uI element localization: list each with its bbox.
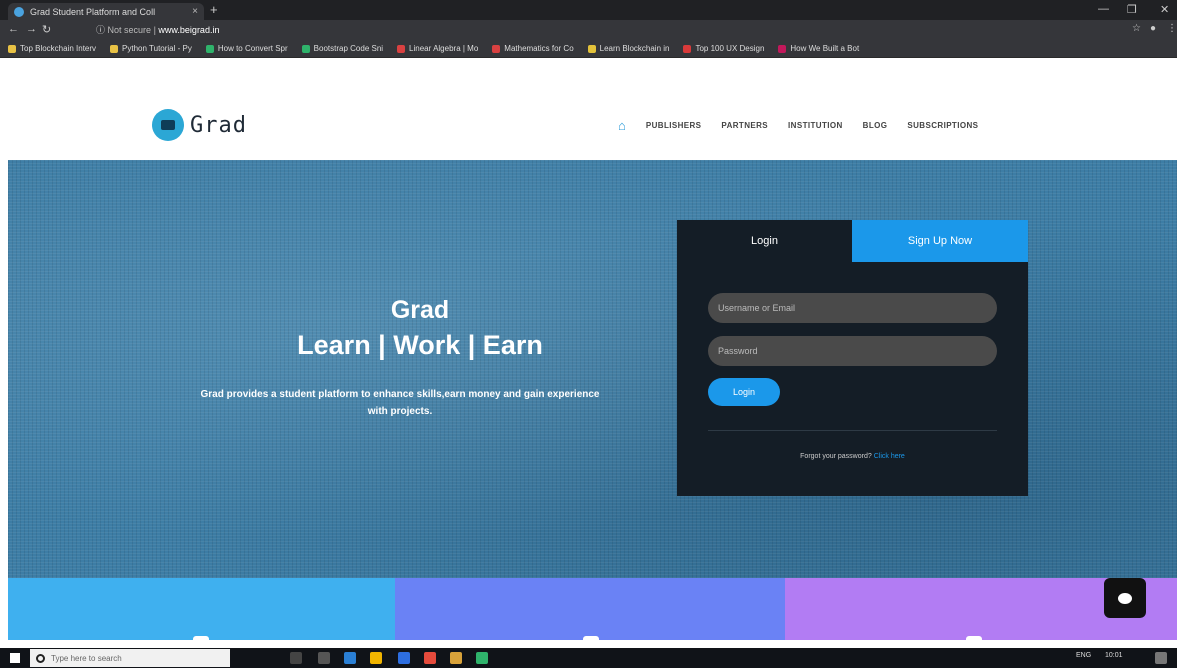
bookmark-item[interactable]: Python Tutorial - Py [110,44,192,53]
bookmark-item[interactable]: How We Built a Bot [778,44,859,53]
menu-partners[interactable]: PARTNERS [721,121,768,130]
menu-institution[interactable]: INSTITUTION [788,121,843,130]
bookmark-label: Linear Algebra | Mo [409,44,479,53]
close-window-icon[interactable]: ✕ [1160,3,1169,16]
menu-icon[interactable]: ⋮ [1167,23,1177,34]
security-label: Not secure [107,25,152,35]
clock-time[interactable]: 10:01 [1105,652,1123,659]
home-icon[interactable]: ⌂ [618,118,626,133]
hero-description: Grad provides a student platform to enha… [200,389,600,417]
feature-tile-1[interactable] [8,578,395,640]
bookmark-favicon-icon [587,44,596,53]
menu-publishers[interactable]: PUBLISHERS [646,121,702,130]
menu-blog[interactable]: BLOG [863,121,888,130]
maximize-icon[interactable]: ❐ [1127,3,1137,16]
language-indicator[interactable]: ENG [1076,652,1091,659]
windows-start-icon[interactable] [10,653,20,663]
info-icon[interactable]: ⓘ [96,25,105,35]
menu-subscriptions[interactable]: SUBSCRIPTIONS [907,121,978,130]
forgot-password-text: Forgot your password? [800,453,874,460]
bookmark-favicon-icon [205,44,214,53]
bookmark-favicon-icon [683,44,692,53]
tab-title: Grad Student Platform and Coll [30,6,156,17]
feature-2-icon [583,636,599,642]
bookmark-label: Python Tutorial - Py [122,44,192,53]
login-button[interactable]: Login [708,378,780,406]
new-tab-button[interactable]: + [210,2,218,17]
bookmark-label: Mathematics for Co [504,44,574,53]
tab-login[interactable]: Login [677,220,852,262]
microphone-icon[interactable] [290,652,302,664]
chrome-icon[interactable] [398,652,410,664]
bookmarks-bar: Top Blockchain Interv Python Tutorial - P… [0,40,1177,58]
minimize-icon[interactable]: — [1098,3,1109,15]
forward-icon[interactable]: → [26,23,37,35]
bookmark-label: How We Built a Bot [790,44,860,53]
address-bar[interactable]: ⓘ Not secure | www.beigrad.in [96,23,219,36]
bookmark-favicon-icon [8,44,16,53]
logo-text: Grad [190,112,247,138]
reload-icon[interactable]: ↻ [42,23,51,36]
username-input[interactable] [708,293,997,323]
chat-widget-button[interactable] [1104,578,1146,618]
hero-subtitle: Learn | Work | Earn [297,330,543,360]
bookmark-label: Learn Blockchain in [599,44,670,53]
back-icon[interactable]: ← [8,23,19,35]
bookmark-label: Top 100 UX Design [695,44,765,53]
password-input[interactable] [708,336,997,366]
bookmark-label: How to Convert Spr [217,44,288,53]
hero-title: Grad [390,296,450,324]
tab-signup[interactable]: Sign Up Now [852,220,1028,262]
file-explorer-icon[interactable] [370,652,382,664]
close-tab-icon[interactable]: × [192,6,198,17]
bookmark-item[interactable]: How to Convert Spr [205,44,288,53]
address-bar-row: ← → ↻ ⓘ Not secure | www.beigrad.in ☆ ● … [0,20,1177,40]
page-top-spacer [0,58,1177,98]
bookmark-item[interactable]: Learn Blockchain in [587,44,670,53]
forgot-password-link[interactable]: Click here [874,453,905,460]
feature-tile-2[interactable] [395,578,785,640]
feature-1-icon [193,636,209,642]
cortana-icon [36,653,45,663]
bookmark-favicon-icon [301,44,310,53]
bookmark-item[interactable]: Mathematics for Co [492,44,574,53]
browser-tab-bar: Grad Student Platform and Coll × + — ❐ ✕ [0,0,1177,20]
graduation-cap-icon [152,109,184,141]
feature-3-icon [966,636,982,642]
main-menu: ⌂ PUBLISHERS PARTNERS INSTITUTION BLOG S… [618,118,978,133]
bookmark-item[interactable]: Top Blockchain Interv [8,44,96,53]
app-icon-red[interactable] [424,652,436,664]
taskbar-search-placeholder: Type here to search [51,653,122,663]
bookmark-item[interactable]: Top 100 UX Design [683,44,764,53]
card-divider [708,430,997,431]
bookmark-item[interactable]: Bootstrap Code Sni [301,44,384,53]
app-icon-yellow[interactable] [450,652,462,664]
extension-icon[interactable]: ● [1150,23,1156,34]
site-favicon-icon [14,6,24,17]
forgot-password-row: Forgot your password? Click here [677,453,1028,460]
bookmark-favicon-icon [778,44,787,53]
app-icon-green[interactable] [476,652,488,664]
bookmark-item[interactable]: Linear Algebra | Mo [397,44,478,53]
notifications-icon[interactable] [1155,652,1167,664]
bookmark-label: Top Blockchain Interv [20,44,97,53]
url-text: www.beigrad.in [158,25,220,35]
bookmark-label: Bootstrap Code Sni [313,44,384,53]
edge-icon[interactable] [344,652,356,664]
chat-bubble-icon [1118,592,1132,604]
bookmark-favicon-icon [492,44,501,53]
site-logo[interactable]: Grad [152,109,247,141]
star-icon[interactable]: ☆ [1132,23,1141,34]
bookmark-favicon-icon [397,44,406,53]
taskbar-search[interactable]: Type here to search [30,649,230,667]
task-view-icon[interactable] [318,652,330,664]
bookmark-favicon-icon [110,44,119,53]
browser-tab[interactable]: Grad Student Platform and Coll × [8,3,204,20]
